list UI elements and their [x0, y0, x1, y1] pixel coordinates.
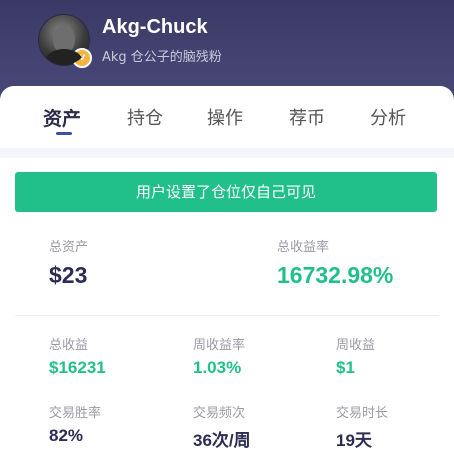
tab-holdings[interactable]: 持仓 — [127, 104, 163, 130]
stat-label-weekly-profit: 周收益 — [336, 338, 376, 353]
avatar[interactable]: v — [38, 14, 92, 68]
tab-bar: 资产 持仓 操作 荐币 分析 — [0, 86, 454, 146]
total-assets-value: $23 — [49, 262, 88, 288]
stat-value-weekly-profit: $1 — [336, 358, 355, 377]
active-tab-indicator — [56, 132, 72, 135]
stat-value-win-rate: 82% — [49, 426, 84, 445]
username: Akg-Chuck — [102, 16, 208, 38]
stat-value-total-profit: $16231 — [49, 358, 106, 377]
tab-assets[interactable]: 资产 — [43, 104, 81, 131]
stat-value-weekly-return-rate: 1.03% — [193, 358, 242, 377]
avatar-image — [38, 14, 90, 66]
user-bio: Akg 仓公子的脑残粉 — [102, 50, 222, 65]
section-gap — [0, 148, 454, 158]
stat-label-total-profit: 总收益 — [49, 338, 89, 353]
stat-label-trade-frequency: 交易频次 — [193, 406, 246, 421]
privacy-notice-bar: 用户设置了仓位仅自己可见 — [15, 172, 437, 212]
tab-operations[interactable]: 操作 — [207, 104, 243, 130]
stat-label-weekly-return-rate: 周收益率 — [193, 338, 246, 353]
stat-label-win-rate: 交易胜率 — [49, 406, 102, 421]
content-card: 资产 持仓 操作 荐币 分析 用户设置了仓位仅自己可见 总资产 $23 总收益率… — [0, 86, 454, 475]
stat-label-trade-duration: 交易时长 — [336, 406, 389, 421]
stat-value-trade-duration: 19天 — [336, 431, 372, 450]
tab-recommended-coins[interactable]: 荐币 — [289, 104, 325, 130]
divider — [15, 315, 439, 316]
total-return-rate-label: 总收益率 — [277, 240, 330, 255]
tab-analysis[interactable]: 分析 — [370, 104, 406, 130]
total-assets-label: 总资产 — [49, 240, 89, 255]
total-return-rate-value: 16732.98% — [277, 262, 394, 288]
stat-value-trade-frequency: 36次/周 — [193, 431, 251, 450]
